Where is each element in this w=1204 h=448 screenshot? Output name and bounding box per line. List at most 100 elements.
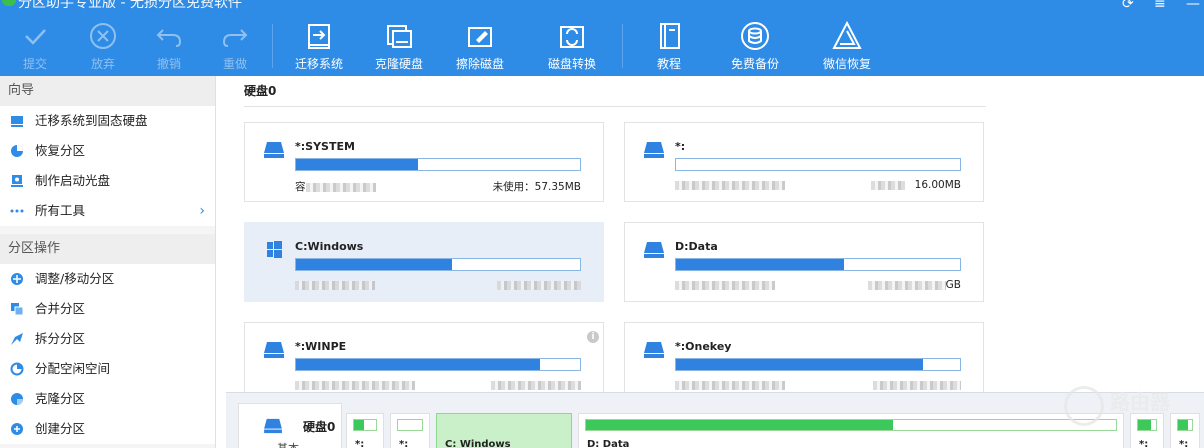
blurred-value bbox=[675, 180, 785, 190]
capacity-text bbox=[675, 279, 775, 291]
app-logo-icon bbox=[2, 0, 16, 6]
sidebar-item-merge[interactable]: 合并分区 bbox=[0, 294, 215, 324]
partition-card-winpe[interactable]: *:WINPE i bbox=[244, 322, 604, 402]
partition-card-d-data[interactable]: D:Data GB bbox=[624, 222, 984, 302]
blurred-value bbox=[497, 280, 581, 290]
blurred-value bbox=[675, 280, 775, 290]
resize-move-icon bbox=[11, 273, 23, 285]
discard-button[interactable]: 放弃 bbox=[68, 20, 138, 74]
partition-label: *: bbox=[1179, 439, 1189, 448]
migrate-system-label: 迁移系统 bbox=[294, 57, 343, 71]
disk-map-partition[interactable]: *: bbox=[390, 413, 430, 448]
wizard-section-title: 向导 bbox=[0, 76, 215, 106]
drive-icon bbox=[264, 418, 282, 434]
disk-convert-button[interactable]: 磁盘转换 bbox=[537, 20, 607, 74]
blurred-value bbox=[295, 280, 375, 290]
sidebar-item-label: 迁移系统到固态硬盘 bbox=[35, 113, 148, 128]
disk-convert-icon bbox=[560, 26, 584, 48]
free-space-text bbox=[497, 279, 581, 291]
wipe-disk-button[interactable]: 擦除磁盘 bbox=[445, 20, 515, 74]
sidebar-item-recover-partition[interactable]: 恢复分区 bbox=[0, 136, 215, 166]
wechat-recover-button[interactable]: 微信恢复 bbox=[812, 20, 882, 74]
toolbar-separator bbox=[272, 24, 273, 68]
disk-title-divider bbox=[244, 106, 986, 107]
main-toolbar: 分区助手专业版 - 无损分区免费软件 ⟳ ≡ — 提交 放弃 撤销 重做 迁移系… bbox=[0, 0, 1204, 76]
partition-card-unnamed-1[interactable]: *: 16.00MB bbox=[624, 122, 984, 202]
sidebar-item-label: 分配空闲空间 bbox=[35, 361, 111, 376]
disk-map-partition-c[interactable]: C: Windows bbox=[436, 413, 572, 448]
refresh-icon[interactable]: ⟳ bbox=[1122, 0, 1134, 12]
partition-card-system[interactable]: *:SYSTEM 容 未使用：57.35MB bbox=[244, 122, 604, 202]
capacity-text bbox=[675, 379, 785, 391]
wechat-recover-label: 微信恢复 bbox=[822, 57, 871, 71]
free-space-value: 16.00MB bbox=[914, 179, 961, 191]
sidebar-item-clone-partition[interactable]: 克隆分区 bbox=[0, 384, 215, 414]
disk-map-partition[interactable]: *: bbox=[346, 413, 384, 448]
menu-icon[interactable]: ≡ bbox=[1154, 0, 1166, 12]
disk-map-type: 基本 bbox=[277, 440, 299, 448]
drive-icon bbox=[644, 142, 664, 158]
sidebar-item-allocate-space[interactable]: 分配空闲空间 bbox=[0, 354, 215, 384]
partition-card-onekey[interactable]: *:Onekey bbox=[624, 322, 984, 402]
sidebar-item-split[interactable]: 拆分分区 bbox=[0, 324, 215, 354]
sidebar: 向导 迁移系统到固态硬盘 恢复分区 制作启动光盘 所有工具 › 分区操作 调整/… bbox=[0, 76, 216, 448]
partition-label: *: bbox=[1139, 439, 1149, 448]
sidebar-item-create-partition[interactable]: 创建分区 bbox=[0, 414, 215, 444]
window-title: 分区助手专业版 - 无损分区免费软件 bbox=[18, 0, 242, 11]
recover-partition-icon bbox=[11, 145, 23, 157]
clone-disk-label: 克隆硬盘 bbox=[374, 57, 423, 71]
submit-button[interactable]: 提交 bbox=[0, 20, 70, 74]
usage-bar-fill bbox=[296, 359, 541, 370]
redo-button[interactable]: 重做 bbox=[200, 20, 270, 74]
partition-card-c-windows[interactable]: C:Windows bbox=[244, 222, 604, 302]
blurred-value bbox=[305, 182, 376, 192]
blurred-value bbox=[873, 380, 961, 390]
usage-bar-fill bbox=[676, 259, 844, 270]
sidebar-item-label: 调整/移动分区 bbox=[35, 271, 115, 286]
partition-name: *:SYSTEM bbox=[295, 140, 355, 153]
clone-disk-button[interactable]: 克隆硬盘 bbox=[364, 20, 434, 74]
wipe-disk-label: 擦除磁盘 bbox=[455, 57, 504, 71]
merge-icon bbox=[11, 303, 24, 316]
free-space-text bbox=[873, 379, 961, 391]
free-space-text: 未使用：57.35MB bbox=[492, 181, 581, 193]
chevron-right-icon: › bbox=[199, 203, 205, 219]
minimize-icon[interactable]: — bbox=[1186, 0, 1200, 12]
sidebar-item-label: 创建分区 bbox=[35, 421, 86, 436]
sidebar-item-label: 克隆分区 bbox=[35, 391, 86, 406]
check-icon bbox=[25, 29, 46, 45]
migrate-system-icon bbox=[308, 24, 330, 49]
redo-icon bbox=[222, 29, 248, 47]
undo-button[interactable]: 撤销 bbox=[134, 20, 204, 74]
watermark-logo-icon bbox=[1064, 386, 1104, 426]
boot-disc-icon bbox=[11, 175, 23, 187]
sidebar-item-all-tools[interactable]: 所有工具 › bbox=[0, 196, 215, 226]
partition-label: C: Windows bbox=[445, 439, 511, 448]
sidebar-item-label: 拆分分区 bbox=[35, 331, 86, 346]
free-space-value: GB bbox=[945, 279, 961, 291]
disk-map-partition-d[interactable]: D: Data bbox=[578, 413, 1124, 448]
free-space-text bbox=[491, 379, 581, 391]
partition-name: D:Data bbox=[675, 240, 718, 253]
sidebar-item-label: 所有工具 bbox=[35, 203, 86, 218]
sidebar-item-label: 合并分区 bbox=[35, 301, 86, 316]
drive-icon bbox=[264, 142, 284, 158]
all-tools-icon bbox=[10, 209, 24, 213]
undo-label: 撤销 bbox=[156, 57, 181, 71]
sidebar-item-migrate-ssd[interactable]: 迁移系统到固态硬盘 bbox=[0, 106, 215, 136]
usage-bar bbox=[675, 158, 961, 171]
watermark: 路由器 bbox=[1058, 380, 1204, 432]
free-space-text: GB bbox=[867, 279, 961, 291]
info-icon[interactable]: i bbox=[587, 331, 599, 343]
backup-icon bbox=[741, 22, 769, 50]
disk-map-label: 硬盘0 bbox=[303, 420, 336, 434]
tutorial-button[interactable]: 教程 bbox=[634, 20, 704, 74]
sidebar-item-boot-disc[interactable]: 制作启动光盘 bbox=[0, 166, 215, 196]
usage-bar bbox=[675, 258, 961, 271]
migrate-system-button[interactable]: 迁移系统 bbox=[284, 20, 354, 74]
sidebar-item-resize-move[interactable]: 调整/移动分区 bbox=[0, 264, 215, 294]
free-backup-label: 免费备份 bbox=[730, 57, 779, 71]
free-backup-button[interactable]: 免费备份 bbox=[720, 20, 790, 74]
disk-map-disk[interactable]: 硬盘0 基本 bbox=[238, 403, 342, 448]
drive-icon bbox=[264, 342, 284, 358]
